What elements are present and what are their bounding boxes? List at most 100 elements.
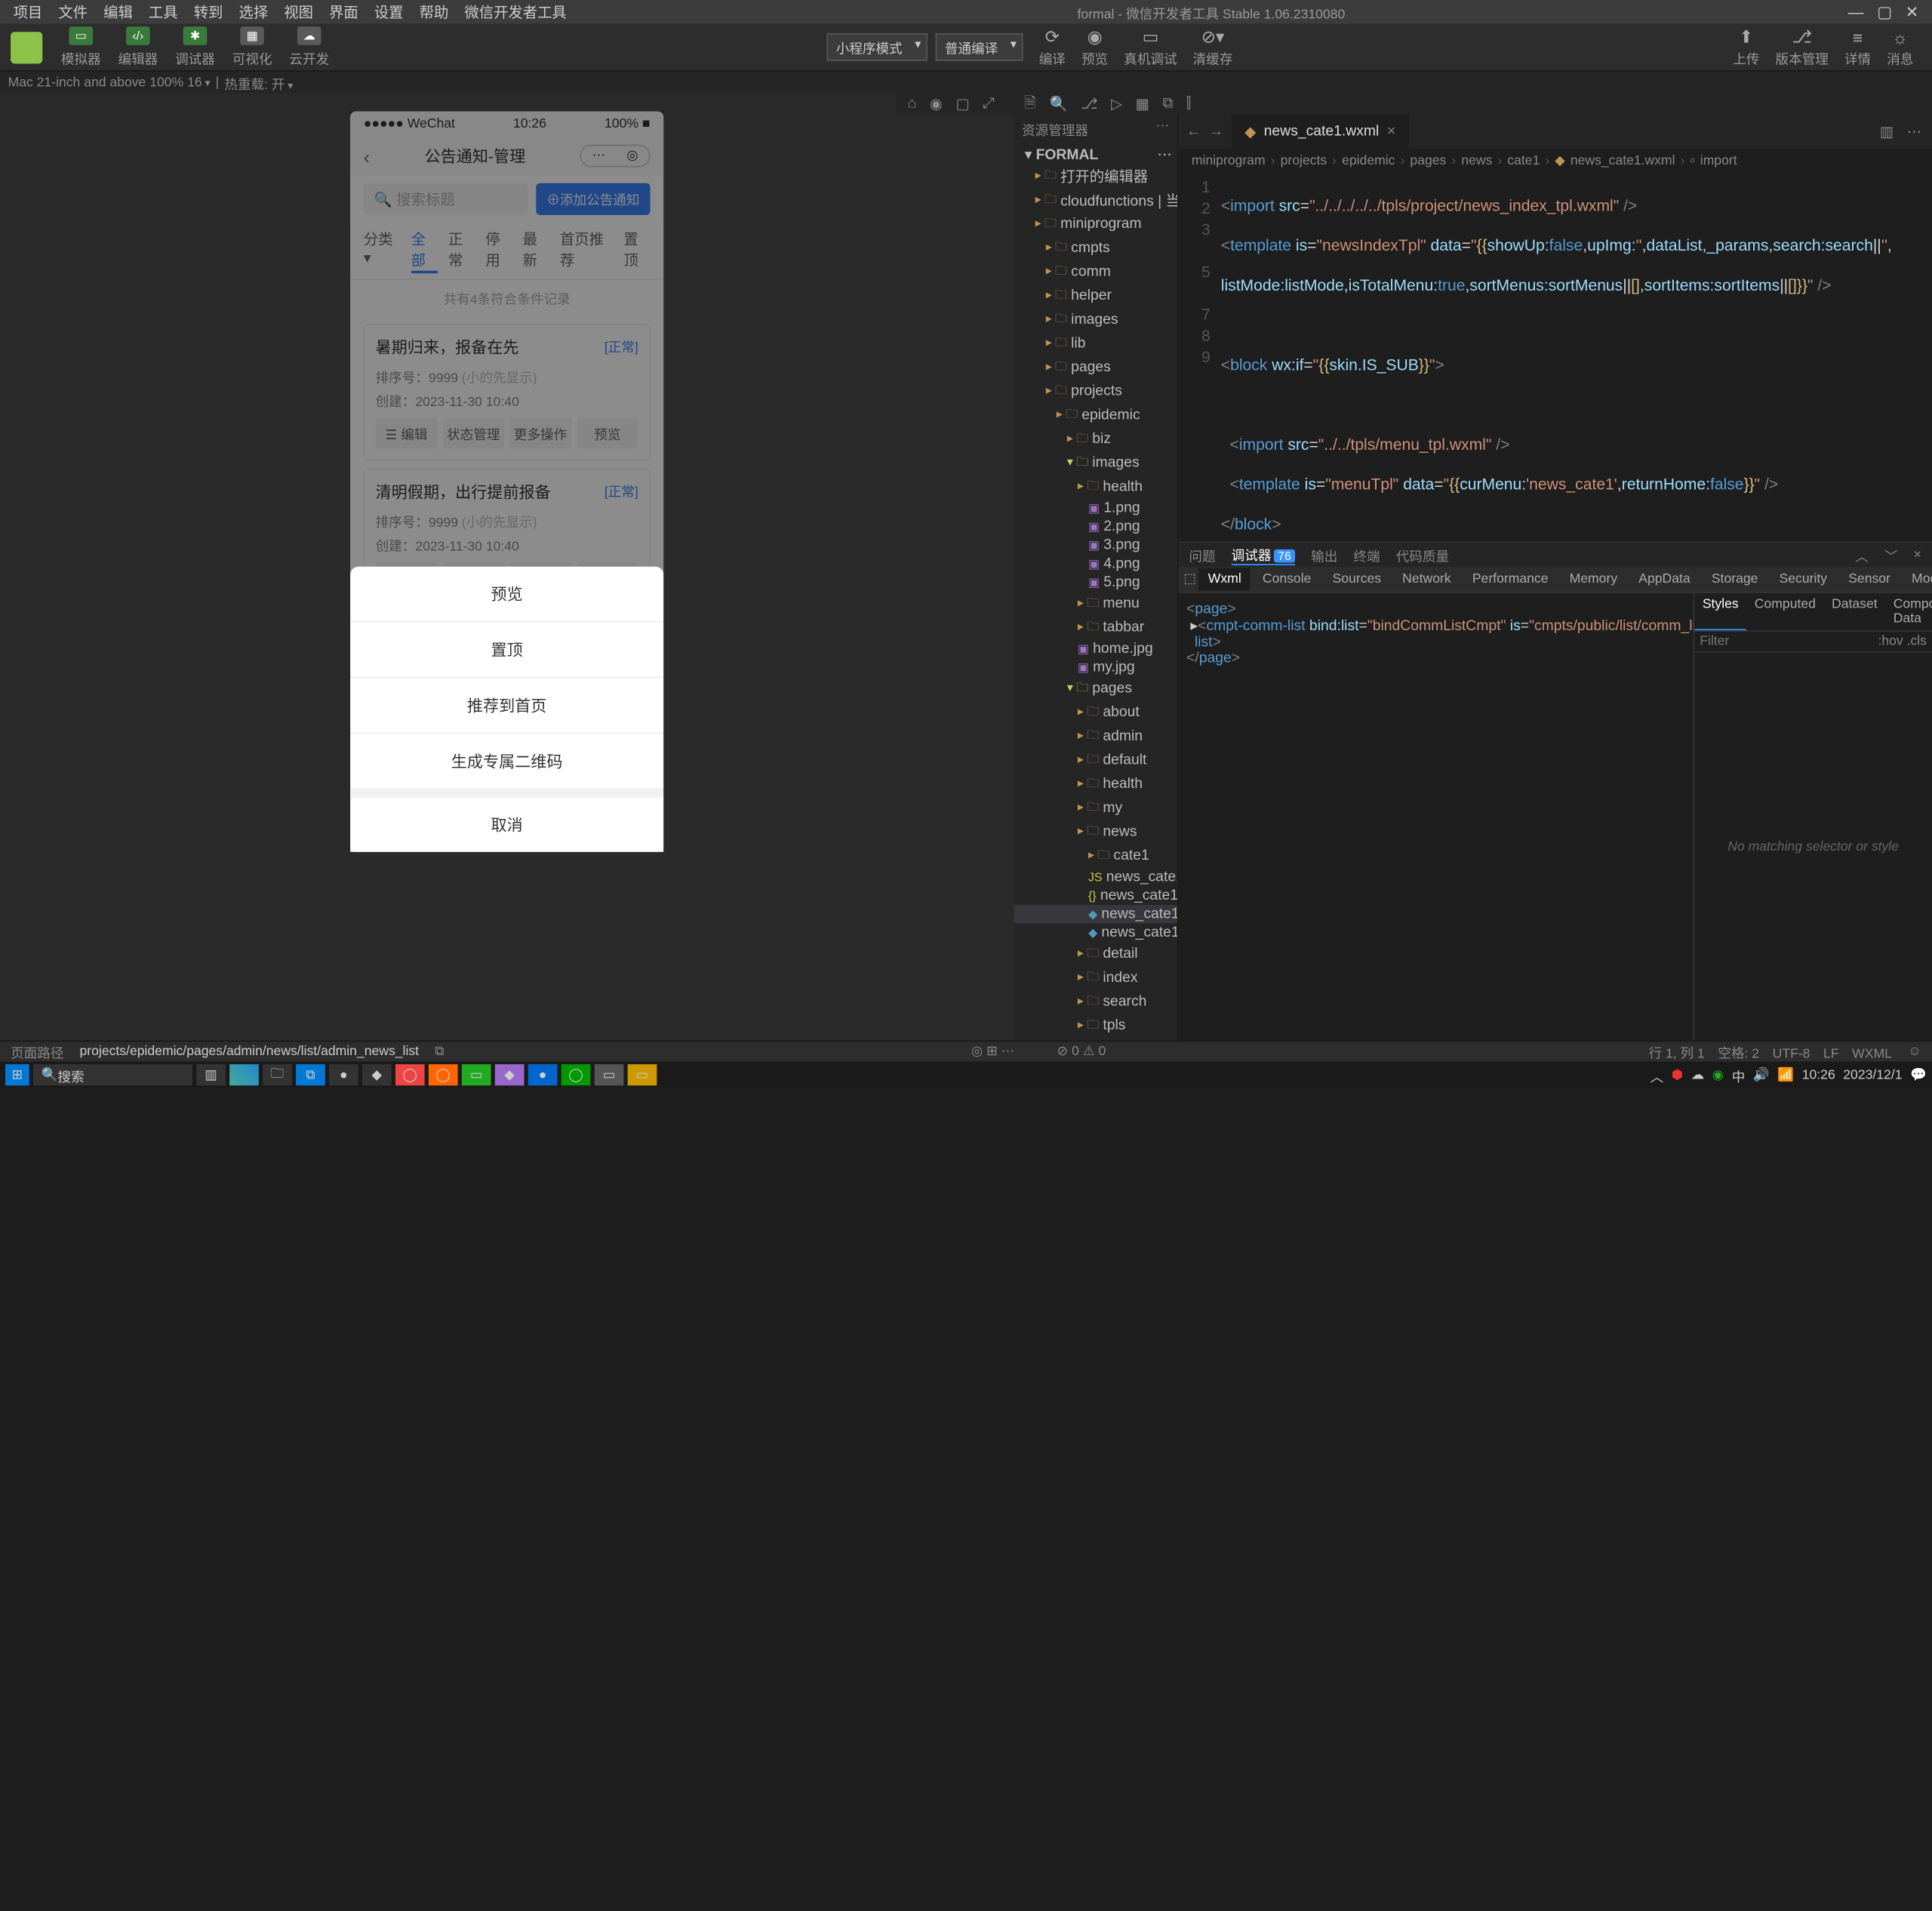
tray-shield-icon[interactable]: ⬢ [1672, 1068, 1683, 1082]
screenshot-icon[interactable]: ▢ [955, 95, 969, 112]
sheet-preview[interactable]: 预览 [350, 567, 663, 623]
git-icon[interactable]: ⎇ [1081, 95, 1097, 112]
dt-wxml[interactable]: Wxml [1198, 568, 1251, 591]
taskbar-search[interactable]: 🔍 搜索 [33, 1064, 192, 1085]
task-app3[interactable]: ◆ [362, 1064, 392, 1085]
mode-visual[interactable]: ▦可视化 [224, 24, 280, 71]
dt-mock[interactable]: Mock [1903, 568, 1932, 591]
tree-node[interactable]: ▸ 🗀 health [1014, 475, 1177, 499]
sheet-qrcode[interactable]: 生成专属二维码 [350, 734, 663, 789]
task-app7[interactable]: ▭ [595, 1064, 624, 1085]
menu-goto[interactable]: 转到 [186, 2, 231, 23]
messages-button[interactable]: ☼消息 [1879, 25, 1921, 70]
hot-reload-toggle[interactable]: 热重载: 开 [224, 72, 293, 92]
hov-cls-toggle[interactable]: :hov .cls [1878, 634, 1927, 648]
computed-tab[interactable]: Computed [1746, 593, 1823, 630]
tree-node[interactable]: ▣ 5.png [1014, 574, 1177, 592]
menu-tool[interactable]: 工具 [140, 2, 186, 23]
tree-node[interactable]: ▾ 🗀 pages [1014, 677, 1177, 701]
home-icon[interactable]: ⌂ [908, 96, 917, 112]
dt-output[interactable]: 输出 [1311, 545, 1337, 565]
system-tray[interactable]: ︿ ⬢ ☁ ◉ 中 🔊 📶 10:26 2023/12/1 💬 [1651, 1065, 1927, 1085]
editor-tab[interactable]: ◆news_cate1.wxml× [1232, 114, 1411, 149]
task-view-icon[interactable]: ▥ [196, 1064, 226, 1085]
sheet-top[interactable]: 置顶 [350, 623, 663, 679]
split-icon[interactable]: ⫿ [1186, 95, 1191, 112]
tree-node[interactable]: ▸ 🗀 打开的编辑器 [1014, 165, 1177, 189]
task-app8[interactable]: ▭ [628, 1064, 657, 1085]
tree-node[interactable]: ▸ 🗀 my [1014, 796, 1177, 820]
tree-node[interactable]: ▸ 🗀 default [1014, 749, 1177, 773]
debug-icon[interactable]: ▷ [1111, 95, 1122, 112]
window-minimize-icon[interactable]: — [1848, 3, 1864, 22]
menu-edit[interactable]: 编辑 [96, 2, 141, 23]
dt-collapse-icon[interactable]: ︿ [1855, 545, 1869, 565]
tray-chevron-icon[interactable]: ︿ [1651, 1065, 1664, 1085]
device-select[interactable]: Mac 21-inch and above 100% 16 [8, 75, 211, 89]
cursor-position[interactable]: 行 1, 列 1 空格: 2 UTF-8 LF WXML [1649, 1042, 1892, 1061]
version-button[interactable]: ⎇版本管理 [1767, 24, 1836, 71]
compdata-tab[interactable]: Component Data [1885, 593, 1932, 630]
styles-filter-input[interactable] [1700, 634, 1878, 648]
tree-node[interactable]: ▸ 🗀 biz [1014, 427, 1177, 451]
sim-icons[interactable]: ◎ ⊞ ⋯ [971, 1045, 1014, 1059]
tree-node[interactable]: {} news_cate1.json [1014, 887, 1177, 906]
rotate-icon[interactable]: ⤢ [983, 95, 994, 112]
layers-icon[interactable]: ⧉ [1162, 95, 1173, 112]
tree-node[interactable]: ▣ 4.png [1014, 555, 1177, 574]
tray-time[interactable]: 10:26 [1802, 1068, 1835, 1082]
dt-console[interactable]: Console [1254, 568, 1321, 591]
details-button[interactable]: ≡详情 [1836, 25, 1878, 70]
tray-volume-icon[interactable]: 🔊 [1753, 1068, 1770, 1082]
dt-expand-icon[interactable]: ﹀ [1884, 545, 1898, 565]
tray-date[interactable]: 2023/12/1 [1843, 1068, 1902, 1082]
explorer-more-icon[interactable]: ⋯ [1155, 119, 1169, 139]
task-app6[interactable]: ◯ [561, 1064, 591, 1085]
tree-node[interactable]: ▸ 🗀 images [1014, 308, 1177, 332]
tree-node[interactable]: ▸ 🗀 detail [1014, 942, 1177, 966]
tree-node[interactable]: ▸ 🗀 search [1014, 990, 1177, 1014]
task-devtool[interactable]: ▭ [462, 1064, 491, 1085]
tree-node[interactable]: ▸ 🗀 about [1014, 700, 1177, 725]
menu-project[interactable]: 项目 [5, 2, 51, 23]
tree-node[interactable]: ▸ 🗀 tpls [1014, 1014, 1177, 1038]
styles-tab[interactable]: Styles [1694, 593, 1746, 630]
sheet-recommend[interactable]: 推荐到首页 [350, 678, 663, 734]
tree-node[interactable]: ▸ 🗀 tabbar [1014, 616, 1177, 640]
tree-node[interactable]: ▸ 🗀 index [1014, 966, 1177, 990]
split-editor-icon[interactable]: ▥ [1880, 123, 1894, 140]
tree-root[interactable]: ▾FORMAL⋯ [1014, 145, 1177, 165]
compile-select[interactable]: 普通编译 [936, 33, 1023, 61]
menu-view[interactable]: 视图 [276, 2, 321, 23]
menu-file[interactable]: 文件 [51, 2, 96, 23]
tree-node[interactable]: ▸ 🗀 lib [1014, 332, 1177, 356]
nav-back-icon[interactable]: ← [1186, 124, 1201, 140]
task-firefox[interactable]: ◯ [429, 1064, 458, 1085]
tray-cn-icon[interactable]: 中 [1732, 1065, 1746, 1085]
tree-node[interactable]: ◆ news_cate1.wxss [1014, 924, 1177, 943]
dt-debugger[interactable]: 调试器76 [1232, 544, 1295, 565]
dt-terminal[interactable]: 终端 [1353, 545, 1380, 565]
tree-node[interactable]: ▣ 2.png [1014, 518, 1177, 537]
upload-button[interactable]: ⬆上传 [1725, 24, 1767, 71]
window-maximize-icon[interactable]: ▢ [1877, 3, 1892, 22]
tree-node[interactable]: ▣ my.jpg [1014, 658, 1177, 677]
task-explorer[interactable]: 🗀 [263, 1064, 292, 1085]
mode-simulator[interactable]: ▭模拟器 [53, 24, 109, 71]
more-editor-icon[interactable]: ⋯ [1907, 123, 1921, 140]
task-app[interactable] [229, 1064, 259, 1085]
tree-node[interactable]: ▸ 🗀 cmpts [1014, 236, 1177, 260]
tree-node[interactable]: ▸ 🗀 comm [1014, 260, 1177, 285]
mode-select[interactable]: 小程序模式 [826, 33, 928, 61]
tray-wifi-icon[interactable]: 📶 [1777, 1068, 1794, 1082]
tree-node[interactable]: ▣ 3.png [1014, 536, 1177, 555]
task-vscode[interactable]: ⧉ [296, 1064, 325, 1085]
window-close-icon[interactable]: ✕ [1906, 3, 1919, 22]
mode-editor[interactable]: ‹/›编辑器 [110, 24, 166, 71]
tree-node[interactable]: ▸ 🗀 projects [1014, 380, 1177, 404]
dt-appdata[interactable]: AppData [1629, 568, 1700, 591]
mode-cloud[interactable]: ☁云开发 [281, 24, 337, 71]
dt-dom-tree[interactable]: <page> ▸<cmpt-comm-list bind:list="bindC… [1178, 593, 1693, 1041]
dt-sensor[interactable]: Sensor [1839, 568, 1900, 591]
menu-help[interactable]: 帮助 [411, 2, 457, 23]
